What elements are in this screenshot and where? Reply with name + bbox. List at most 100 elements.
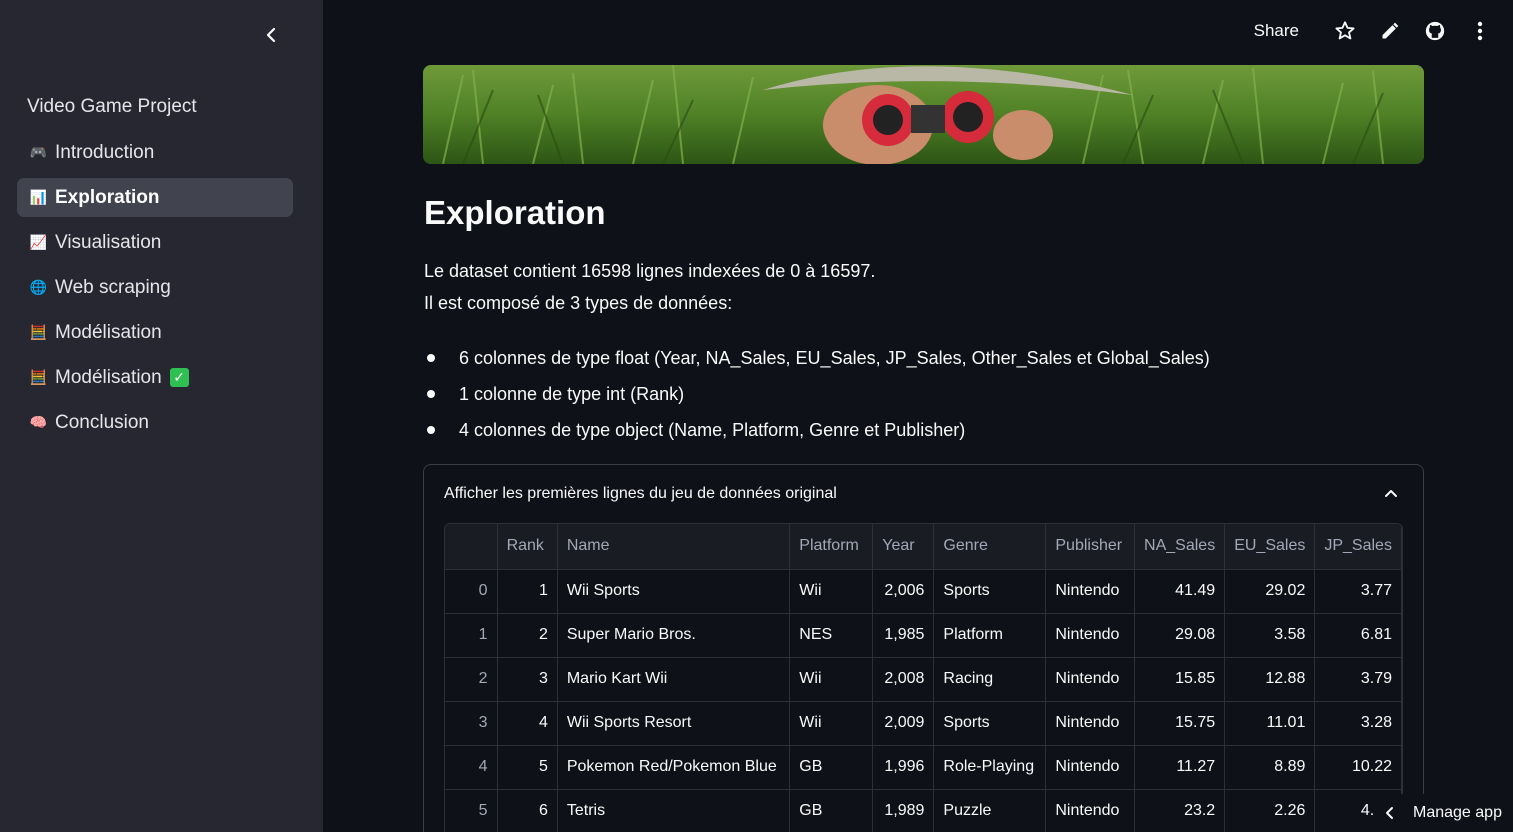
bullet-icon — [427, 426, 435, 434]
table-cell[interactable]: 6 — [497, 789, 558, 832]
table-cell[interactable]: 0 — [445, 569, 498, 614]
table-cell[interactable]: Wii — [789, 701, 874, 746]
github-icon — [1425, 21, 1445, 41]
table-cell[interactable]: 2 — [445, 657, 498, 702]
dataset-preview-expander: Afficher les premières lignes du jeu de … — [423, 464, 1424, 832]
table-row: 1 2 Super Mario Bros. NES 1,985 Platform… — [445, 613, 1402, 658]
table-cell[interactable]: 5 — [497, 745, 558, 790]
sidebar-item-visualisation[interactable]: 📈 Visualisation — [17, 223, 293, 262]
table-cell[interactable]: 6.81 — [1314, 613, 1402, 658]
table-cell[interactable]: 3 — [445, 701, 498, 746]
check-mark-icon: ✓ — [169, 368, 189, 387]
table-cell[interactable]: NES — [789, 613, 874, 658]
star-button[interactable] — [1330, 16, 1360, 46]
column-header-jp-sales[interactable]: JP_Sales — [1314, 524, 1402, 570]
table-cell[interactable]: 1 — [497, 569, 558, 614]
table-cell[interactable]: 1,989 — [872, 789, 935, 832]
table-cell[interactable]: 15.85 — [1134, 657, 1226, 702]
table-cell[interactable]: 1 — [445, 613, 498, 658]
table-cell[interactable]: Racing — [933, 657, 1047, 702]
table-cell[interactable]: 1,996 — [872, 745, 935, 790]
sidebar-item-web-scraping[interactable]: 🌐 Web scraping — [17, 268, 293, 307]
table-cell[interactable]: 12.88 — [1224, 657, 1316, 702]
column-header-eu-sales[interactable]: EU_Sales — [1224, 524, 1316, 570]
column-header-name[interactable]: Name — [557, 524, 791, 570]
table-cell[interactable]: 4 — [445, 745, 498, 790]
star-icon — [1335, 21, 1355, 40]
table-cell[interactable]: 10.22 — [1314, 745, 1402, 790]
kebab-menu-icon — [1477, 21, 1483, 41]
list-item-text: 1 colonne de type int (Rank) — [459, 383, 685, 404]
table-cell[interactable]: Puzzle — [933, 789, 1047, 832]
table-cell[interactable]: Pokemon Red/Pokemon Blue — [557, 745, 791, 790]
share-button[interactable]: Share — [1254, 21, 1299, 41]
table-cell[interactable]: Mario Kart Wii — [557, 657, 791, 702]
table-cell[interactable]: 3.79 — [1314, 657, 1402, 702]
table-cell[interactable]: Nintendo — [1045, 569, 1136, 614]
manage-app-button[interactable]: Manage app — [1373, 794, 1513, 832]
table-cell[interactable]: Nintendo — [1045, 745, 1136, 790]
collapse-expander-button[interactable] — [1381, 483, 1401, 503]
table-cell[interactable]: Platform — [933, 613, 1047, 658]
column-header-publisher[interactable]: Publisher — [1045, 524, 1136, 570]
table-cell[interactable]: Nintendo — [1045, 613, 1136, 658]
table-cell[interactable]: 1,985 — [872, 613, 935, 658]
table-cell[interactable]: Sports — [933, 701, 1047, 746]
table-cell[interactable]: 15.75 — [1134, 701, 1226, 746]
table-cell[interactable]: 2,008 — [872, 657, 935, 702]
table-cell[interactable]: Wii Sports Resort — [557, 701, 791, 746]
github-button[interactable] — [1420, 16, 1450, 46]
column-header-platform[interactable]: Platform — [789, 524, 874, 570]
table-cell[interactable]: GB — [789, 745, 874, 790]
table-cell[interactable]: 3.28 — [1314, 701, 1402, 746]
list-item: 6 colonnes de type float (Year, NA_Sales… — [424, 340, 1210, 376]
table-cell[interactable]: 3.58 — [1224, 613, 1316, 658]
column-header-genre[interactable]: Genre — [933, 524, 1047, 570]
sidebar-item-label: Modélisation — [55, 321, 162, 343]
table-cell[interactable]: Nintendo — [1045, 657, 1136, 702]
table-cell[interactable]: 2,009 — [872, 701, 935, 746]
sidebar-item-conclusion[interactable]: 🧠 Conclusion — [17, 403, 293, 442]
table-cell[interactable]: 2,006 — [872, 569, 935, 614]
dataframe-table[interactable]: Rank Name Platform Year Genre Publisher … — [444, 523, 1403, 832]
column-header-year[interactable]: Year — [872, 524, 935, 570]
expander-header[interactable]: Afficher les premières lignes du jeu de … — [444, 485, 837, 503]
table-cell[interactable]: 29.08 — [1134, 613, 1226, 658]
table-cell[interactable]: 3 — [497, 657, 558, 702]
sidebar-item-introduction[interactable]: 🎮 Introduction — [17, 133, 293, 172]
table-cell[interactable]: 23.2 — [1134, 789, 1226, 832]
banner-image — [423, 65, 1424, 164]
table-cell[interactable]: Wii — [789, 569, 874, 614]
table-cell[interactable]: 5 — [445, 789, 498, 832]
table-cell[interactable]: GB — [789, 789, 874, 832]
table-cell[interactable]: 11.27 — [1134, 745, 1226, 790]
table-cell[interactable]: Nintendo — [1045, 701, 1136, 746]
table-cell[interactable]: Role-Playing — [933, 745, 1047, 790]
globe-icon: 🌐 — [29, 279, 48, 295]
table-cell[interactable]: 11.01 — [1224, 701, 1316, 746]
collapse-sidebar-button[interactable] — [258, 22, 284, 48]
sidebar-item-modelisation-checked[interactable]: 🧮 Modélisation ✓ — [17, 358, 293, 397]
column-header-index[interactable] — [445, 524, 498, 570]
table-cell[interactable]: Wii — [789, 657, 874, 702]
sidebar-item-modelisation[interactable]: 🧮 Modélisation — [17, 313, 293, 352]
table-cell[interactable]: 41.49 — [1134, 569, 1226, 614]
sidebar-item-exploration[interactable]: 📊 Exploration — [17, 178, 293, 217]
table-cell[interactable]: Wii Sports — [557, 569, 791, 614]
column-header-rank[interactable]: Rank — [497, 524, 558, 570]
table-cell[interactable]: Tetris — [557, 789, 791, 832]
table-cell[interactable]: 4 — [497, 701, 558, 746]
table-cell[interactable]: Sports — [933, 569, 1047, 614]
edit-button[interactable] — [1375, 16, 1405, 46]
header-toolbar: Share — [1254, 16, 1495, 46]
column-header-na-sales[interactable]: NA_Sales — [1134, 524, 1226, 570]
app-title: Video Game Project — [27, 96, 197, 117]
more-menu-button[interactable] — [1465, 16, 1495, 46]
table-cell[interactable]: Nintendo — [1045, 789, 1136, 832]
table-cell[interactable]: 8.89 — [1224, 745, 1316, 790]
table-cell[interactable]: 2.26 — [1224, 789, 1316, 832]
table-cell[interactable]: 2 — [497, 613, 558, 658]
table-cell[interactable]: Super Mario Bros. — [557, 613, 791, 658]
table-cell[interactable]: 3.77 — [1314, 569, 1402, 614]
table-cell[interactable]: 29.02 — [1224, 569, 1316, 614]
